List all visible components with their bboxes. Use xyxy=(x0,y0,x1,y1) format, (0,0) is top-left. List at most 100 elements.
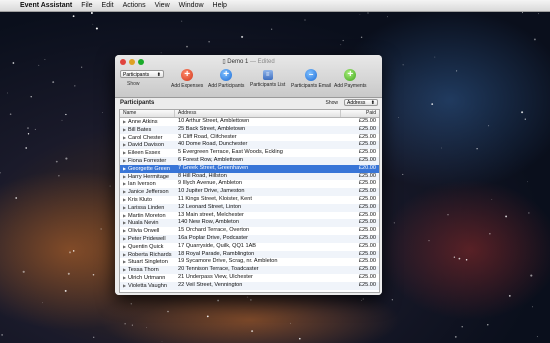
participants-email-button[interactable]: − Participants Email xyxy=(291,69,331,89)
menu-file[interactable]: File xyxy=(81,2,92,9)
table-row[interactable]: ▶ Violetta Vaughn 22 Veil Street, Venningt… xyxy=(120,281,379,290)
column-header-paid[interactable]: Paid xyxy=(341,110,379,117)
table-row[interactable]: ▶ Bill Bates 25 Back Street, Ambletown £25.… xyxy=(120,125,379,134)
participant-name: Violetta Vaughn xyxy=(128,282,167,289)
participant-address: 10 Jupiter Drive, Jameston xyxy=(178,188,245,195)
table-row[interactable]: ▶ Roberta Richards 18 Royal Parade, Rambli… xyxy=(120,250,379,259)
section-title: Participants xyxy=(120,100,155,106)
column-header-name[interactable]: Name xyxy=(120,110,175,117)
participant-name-cell: ▶ Olivia Orwell xyxy=(120,227,175,235)
participants-table[interactable]: Name Address Paid ▶ Anne Atkins 10 Arthur … xyxy=(119,109,380,293)
window-content: Participants Show Address ⬍ Name Address… xyxy=(115,98,382,295)
table-row[interactable]: ▶ Eileen Essex 5 Evergreen Terrace, East W… xyxy=(120,149,379,157)
table-row[interactable]: ▶ Ian Iverson 9 Illych Avenue, Ambleton £25… xyxy=(120,180,379,188)
column-header-address[interactable]: Address xyxy=(175,110,341,117)
menu-help[interactable]: Help xyxy=(213,2,227,9)
table-row[interactable]: ▶ Anne Atkins 10 Arthur Street, Amblettown… xyxy=(120,118,379,126)
participant-name: Ulrich Urtmann xyxy=(128,274,166,281)
table-row[interactable]: ▶ Fiona Forrester 6 Forest Row, Amblettown… xyxy=(120,156,379,165)
add-expenses-button[interactable]: + Add Expenses xyxy=(171,69,203,89)
participant-address: 6 Forest Row, Amblettown xyxy=(178,156,243,163)
menu-app-name[interactable]: Event Assistant xyxy=(20,2,72,9)
participants-email-label: Participants Email xyxy=(291,83,332,89)
participant-name-cell: ▶ Roberta Richards xyxy=(120,251,175,259)
menu-window[interactable]: Window xyxy=(179,2,204,9)
participant-name-cell: ▶ Martin Moreton xyxy=(120,212,175,220)
table-row[interactable]: ▶ Harry Hermitage 8 Hill Road, Hillston £25… xyxy=(120,172,379,181)
participants-list-label: Participants List xyxy=(250,82,286,88)
table-body: ▶ Anne Atkins 10 Arthur Street, Amblettown… xyxy=(120,118,379,290)
add-participants-button[interactable]: + Add Participants xyxy=(208,69,244,89)
add-payments-button[interactable]: + Add Payments xyxy=(334,69,367,89)
menu-edit[interactable]: Edit xyxy=(102,2,114,9)
table-row[interactable]: ▶ Carol Chester 3 Cliff Road, Clifchester £… xyxy=(120,134,379,142)
participant-name: Janice Jefferson xyxy=(128,189,169,196)
participant-address: 18 Royal Parade, Ramblington xyxy=(178,250,255,257)
participant-name: Quentin Quick xyxy=(128,243,164,250)
table-row[interactable]: ▶ Janice Jefferson 10 Jupiter Drive, James… xyxy=(120,188,379,196)
column-show-label: Show xyxy=(325,100,338,106)
show-select[interactable]: Participants ⬍ xyxy=(120,70,164,78)
document-window: ▯ Demo 1 — Edited Participants ⬍ Show + … xyxy=(115,55,382,295)
participant-paid: £25.00 xyxy=(358,195,376,202)
participant-address: 10 Arthur Street, Amblettown xyxy=(178,118,250,124)
table-row[interactable]: ▶ David Davison 40 Dome Road, Dunchester £2… xyxy=(120,141,379,150)
menu-bar: Event Assistant File Edit Actions View W… xyxy=(0,0,550,12)
participant-name-cell: ▶ Bill Bates xyxy=(120,126,175,134)
participant-name-cell: ▶ Fiona Forrester xyxy=(120,157,175,165)
menu-actions[interactable]: Actions xyxy=(123,2,146,9)
participant-paid: £25.00 xyxy=(358,203,376,210)
table-row[interactable]: ▶ Olivia Orwell 15 Orchard Terrace, Overto… xyxy=(120,227,379,235)
table-row[interactable]: ▶ Martin Moreton 13 Main street, Melcheste… xyxy=(120,212,379,220)
participant-name-cell: ▶ Tessa Thorn xyxy=(120,266,175,274)
plus-icon: + xyxy=(344,69,357,81)
chevron-updown-icon: ⬍ xyxy=(370,100,375,106)
participant-address: 16a Poplar Drive, Podcaster xyxy=(178,234,248,241)
participant-name-cell: ▶ Kris Kluto xyxy=(120,196,175,204)
participant-address: 17 Quarryside, Quilk, QQ1 1AB xyxy=(178,242,257,249)
column-show-value: Address xyxy=(347,100,366,106)
participant-name: Eileen Essex xyxy=(128,150,161,157)
participant-name: Nuala Nevin xyxy=(128,220,159,227)
participant-name-cell: ▶ Larissa Linden xyxy=(120,204,175,212)
participant-name-cell: ▶ Georgette Green xyxy=(120,165,175,173)
participant-name: Larissa Linden xyxy=(128,204,165,211)
participant-name: Olivia Orwell xyxy=(128,228,160,235)
window-title: ▯ Demo 1 — Edited xyxy=(115,58,382,65)
participant-paid: £25.00 xyxy=(358,258,376,265)
table-row[interactable]: ▶ Stuart Singleton 19 Sycamore Drive, Scra… xyxy=(120,258,379,266)
email-icon: − xyxy=(305,69,317,81)
participant-name: Ian Iverson xyxy=(128,181,156,188)
table-row[interactable]: ▶ Kris Kluto 11 Kings Street, Kloister, Ke… xyxy=(120,196,379,204)
participant-name: Fiona Forrester xyxy=(128,157,167,164)
table-row[interactable]: ▶ Ulrich Urtmann 21 Underpass View, Ulches… xyxy=(120,274,379,282)
participant-address: 5 Evergreen Terrace, East Woods, Eckling xyxy=(178,149,283,156)
menu-view[interactable]: View xyxy=(155,2,170,9)
participant-name: Tessa Thorn xyxy=(128,267,159,274)
chevron-updown-icon: ⬍ xyxy=(156,72,161,78)
add-participants-label: Add Participants xyxy=(208,83,245,89)
participant-paid: £25.00 xyxy=(358,281,376,288)
participant-name-cell: ▶ Violetta Vaughn xyxy=(120,282,175,290)
participant-name-cell: ▶ Anne Atkins xyxy=(120,118,175,126)
column-show-select[interactable]: Address ⬍ xyxy=(344,99,378,106)
participant-paid: £25.00 xyxy=(358,172,376,179)
participant-name-cell: ▶ David Davison xyxy=(120,141,175,149)
title-bar[interactable]: ▯ Demo 1 — Edited Participants ⬍ Show + … xyxy=(115,55,382,98)
participant-name-cell: ▶ Nuala Nevin xyxy=(120,219,175,227)
table-row[interactable]: ▶ Peter Pridewell 16a Poplar Drive, Podcas… xyxy=(120,234,379,243)
participant-name-cell: ▶ Carol Chester xyxy=(120,134,175,142)
table-row[interactable]: ▶ Quentin Quick 17 Quarryside, Quilk, QQ1 … xyxy=(120,243,379,251)
participant-address: 8 Hill Road, Hillston xyxy=(178,172,227,179)
table-row[interactable]: ▶ Tessa Thorn 20 Tennison Terrace, Toadcas… xyxy=(120,266,379,274)
participants-list-button[interactable]: ≡ Participants List xyxy=(250,69,285,88)
table-row[interactable]: ▶ Nuala Nevin 140 New Row, Ambleton £25.00 xyxy=(120,219,379,228)
plus-icon: + xyxy=(220,69,233,81)
table-row[interactable]: ▶ Georgette Green 7 Greek Street, Greenhav… xyxy=(120,164,379,173)
participant-address: 9 Illych Avenue, Ambleton xyxy=(178,180,242,187)
table-row[interactable]: ▶ Larissa Linden 12 Leonard Street, Linton… xyxy=(120,203,379,212)
add-payments-label: Add Payments xyxy=(334,83,367,89)
participant-paid: £25.00 xyxy=(358,118,376,124)
participant-address: 25 Back Street, Ambletown xyxy=(178,125,246,132)
toolbar: Participants ⬍ Show + Add Expenses + Add… xyxy=(115,67,382,95)
